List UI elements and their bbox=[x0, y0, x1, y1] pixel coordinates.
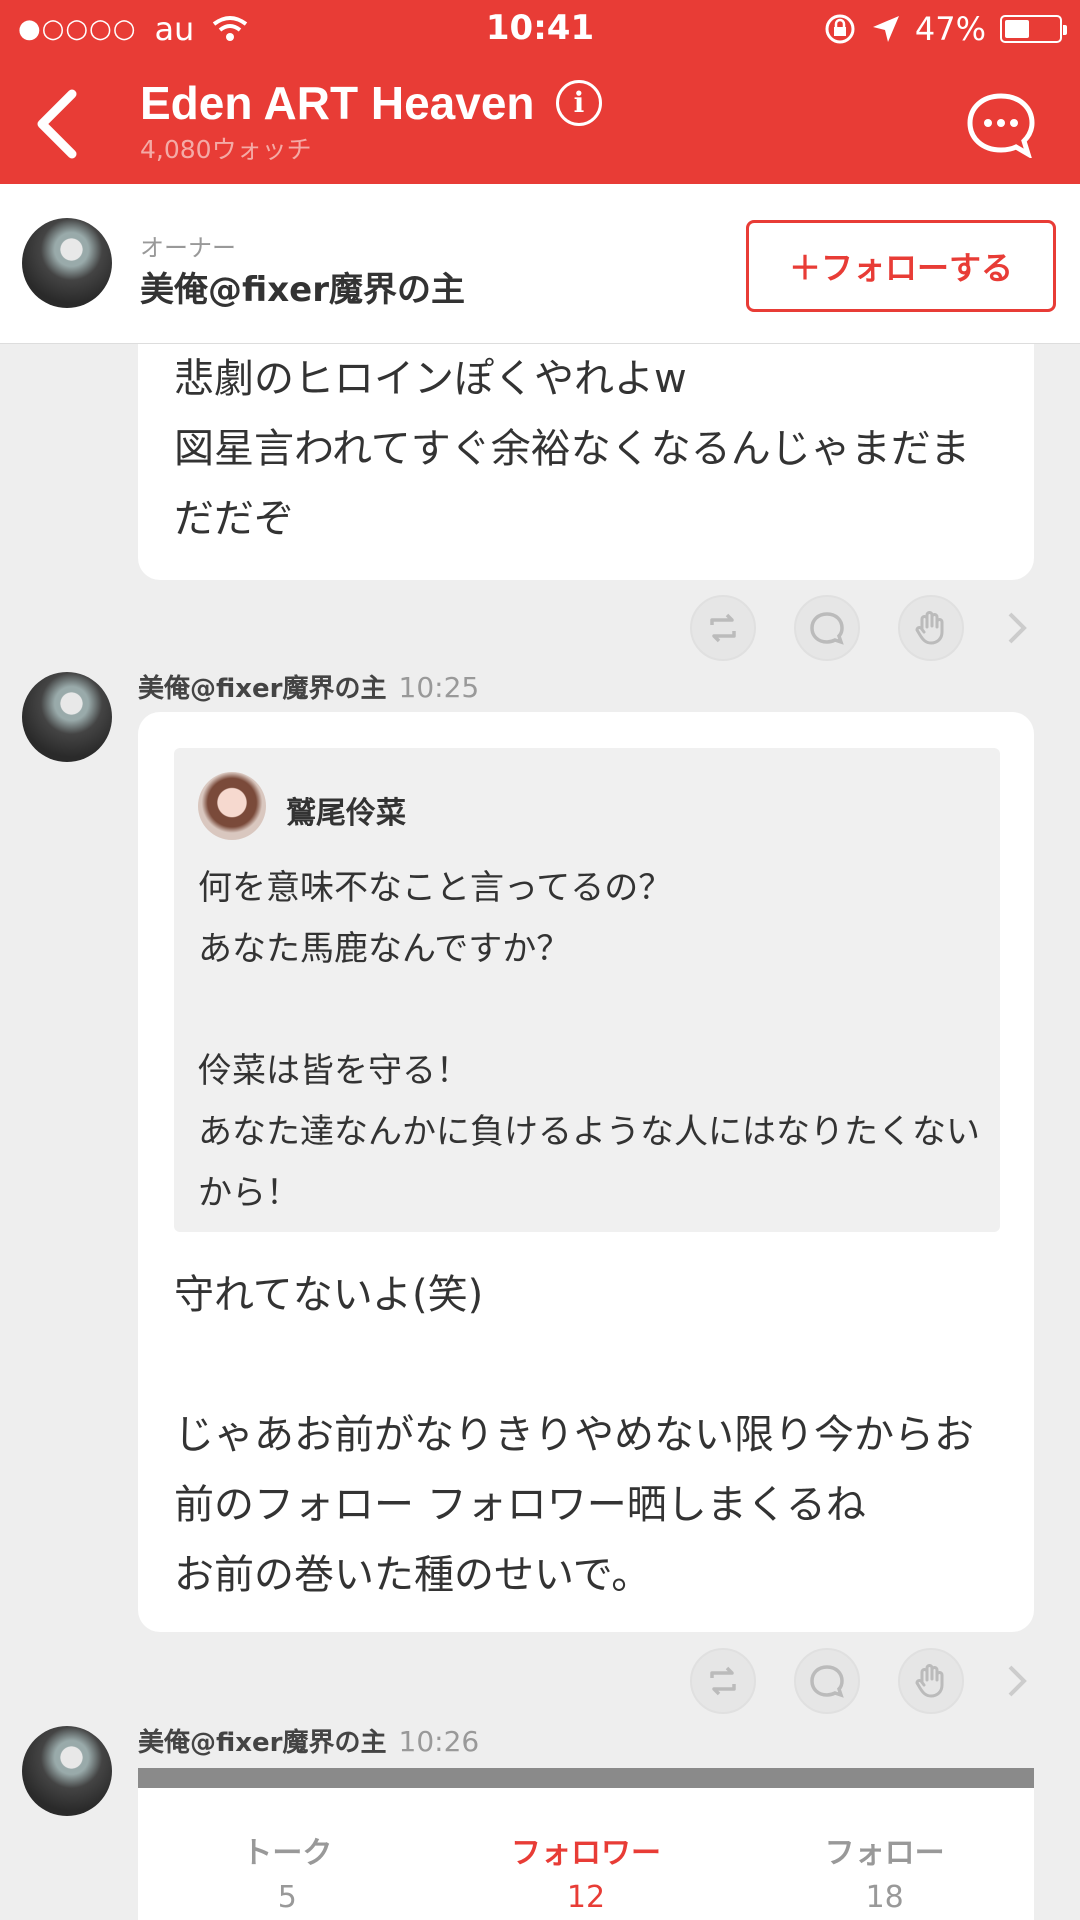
battery-icon bbox=[1000, 15, 1067, 43]
message-meta: 美俺@fixer魔界の主 10:25 bbox=[138, 668, 479, 705]
chevron-right-icon[interactable] bbox=[1002, 1661, 1032, 1701]
clap-button[interactable] bbox=[898, 595, 964, 661]
status-right: 47% bbox=[823, 10, 1067, 48]
watch-count: 4,080ウォッチ bbox=[140, 135, 312, 164]
author-avatar[interactable] bbox=[22, 672, 112, 762]
quoted-text: 何を意味不なこと言ってるの？ あなた馬鹿なんですか？ 伶菜は皆を守る！ あなた達… bbox=[198, 868, 980, 1213]
stat-value: 5 bbox=[277, 1880, 297, 1915]
chat-icon[interactable] bbox=[966, 92, 1036, 158]
stat-label: フォロワー bbox=[511, 1836, 661, 1871]
clap-button[interactable] bbox=[898, 1648, 964, 1714]
stat-talk[interactable]: トーク 5 bbox=[138, 1788, 437, 1920]
owner-role: オーナー bbox=[140, 234, 236, 262]
message-meta: 美俺@fixer魔界の主 10:26 bbox=[138, 1722, 479, 1759]
profile-card-banner bbox=[138, 1768, 1034, 1788]
message-bubble: 悲劇のヒロインぽくやれよw 図星言われてすぐ余裕なくなるんじゃまだまだだぞ bbox=[138, 344, 1034, 580]
message-bubble: 鷲尾伶菜 何を意味不なこと言ってるの？ あなた馬鹿なんですか？ 伶菜は皆を守る！… bbox=[138, 712, 1034, 1632]
comment-button[interactable] bbox=[794, 1648, 860, 1714]
owner-avatar[interactable] bbox=[22, 218, 112, 308]
message-actions bbox=[690, 593, 1050, 663]
message-text: 悲劇のヒロインぽくやれよw 図星言われてすぐ余裕なくなるんじゃまだまだだぞ bbox=[174, 356, 970, 542]
clap-icon bbox=[915, 1664, 944, 1698]
info-icon[interactable]: i bbox=[556, 80, 602, 126]
retweet-button[interactable] bbox=[690, 1648, 756, 1714]
stat-following[interactable]: フォロー 18 bbox=[735, 1788, 1034, 1920]
owner-name[interactable]: 美俺@fixer魔界の主 bbox=[140, 262, 465, 311]
quoted-author-name: 鷲尾伶菜 bbox=[286, 796, 406, 831]
quoted-author-avatar bbox=[198, 772, 266, 840]
profile-stats: トーク 5 フォロワー 12 フォロー 18 bbox=[138, 1788, 1034, 1920]
comment-icon bbox=[810, 612, 844, 645]
status-bar: ●○○○○ au 10:41 47% bbox=[0, 0, 1080, 58]
comment-button[interactable] bbox=[794, 595, 860, 661]
message-actions bbox=[690, 1646, 1050, 1716]
comment-icon bbox=[810, 1665, 844, 1698]
stat-label: トーク bbox=[242, 1836, 333, 1871]
follow-button[interactable]: ＋フォローする bbox=[746, 220, 1056, 312]
top-bar: ●○○○○ au 10:41 47% Eden ART Heaven i 4,0… bbox=[0, 0, 1080, 184]
message-text: 守れてないよ(笑) じゃあお前がなりきりやめない限り今からお前のフォロー フォロ… bbox=[174, 1272, 974, 1598]
location-icon bbox=[872, 16, 899, 42]
message-author[interactable]: 美俺@fixer魔界の主 bbox=[138, 674, 387, 704]
chevron-right-icon[interactable] bbox=[1002, 608, 1032, 648]
stat-label: フォロー bbox=[824, 1836, 945, 1871]
clap-icon bbox=[915, 611, 944, 645]
message-time: 10:26 bbox=[398, 1725, 480, 1758]
retweet-icon bbox=[710, 1666, 736, 1696]
author-avatar[interactable] bbox=[22, 1726, 112, 1816]
rotation-lock-icon bbox=[825, 14, 855, 44]
stat-followers[interactable]: フォロワー 12 bbox=[437, 1788, 736, 1920]
back-arrow-icon[interactable] bbox=[30, 88, 84, 160]
owner-bar: オーナー 美俺@fixer魔界の主 ＋フォローする bbox=[0, 184, 1080, 344]
stat-value: 18 bbox=[865, 1880, 904, 1915]
retweet-icon bbox=[710, 613, 736, 643]
battery-percent: 47% bbox=[914, 10, 986, 48]
page-title: Eden ART Heaven bbox=[140, 77, 535, 129]
message-author[interactable]: 美俺@fixer魔界の主 bbox=[138, 1728, 387, 1758]
stat-value: 12 bbox=[566, 1880, 606, 1915]
quoted-message[interactable]: 鷲尾伶菜 何を意味不なこと言ってるの？ あなた馬鹿なんですか？ 伶菜は皆を守る！… bbox=[174, 748, 1000, 1232]
message-time: 10:25 bbox=[398, 671, 480, 704]
retweet-button[interactable] bbox=[690, 595, 756, 661]
